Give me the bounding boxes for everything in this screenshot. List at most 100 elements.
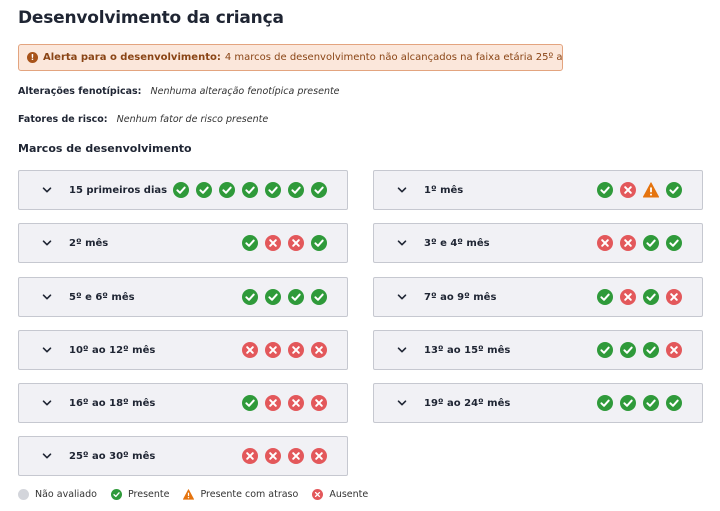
milestone-label: 10º ao 12º mês [69,344,156,356]
legend-item-delayed: Presente com atraso [183,489,298,500]
x-circle-icon [311,395,327,411]
alert-message: 4 marcos de desenvolvimento não alcançad… [224,52,563,63]
check-circle-icon [196,182,212,198]
x-circle-icon [620,182,636,198]
x-circle-icon [288,448,304,464]
risk-label: Fatores de risco: [18,114,108,125]
x-circle-icon [311,342,327,358]
milestone-label: 7º ao 9º mês [424,291,497,303]
check-circle-icon [597,342,613,358]
milestone-status-icons [242,448,327,464]
milestone-label: 16º ao 18º mês [69,397,156,409]
check-circle-icon [242,182,258,198]
check-circle-icon [643,395,659,411]
milestone-label: 3º e 4º mês [424,237,490,249]
x-circle-icon [620,289,636,305]
check-circle-icon [265,182,281,198]
milestone-card[interactable]: 7º ao 9º mês [373,277,703,317]
milestone-status-icons [597,342,682,358]
milestone-card[interactable]: 1º mês [373,170,703,210]
check-circle-icon [311,289,327,305]
legend-label: Presente com atraso [200,489,299,500]
chevron-down-icon[interactable] [41,184,53,196]
chevron-down-icon[interactable] [396,184,408,196]
milestone-label: 5º e 6º mês [69,291,135,303]
chevron-down-icon[interactable] [396,237,408,249]
x-circle-icon [265,235,281,251]
risk-row: Fatores de risco: Nenhum fator de risco … [18,114,268,125]
milestone-status-icons [597,182,682,198]
chevron-down-icon[interactable] [41,237,53,249]
milestone-card[interactable]: 15 primeiros dias [18,170,348,210]
x-circle-icon [288,342,304,358]
development-alert: ! Alerta para o desenvolvimento: 4 marco… [18,44,563,71]
milestones-title: Marcos de desenvolvimento [18,142,192,155]
legend-label: Não avaliado [35,489,97,500]
milestone-card[interactable]: 5º e 6º mês [18,277,348,317]
milestone-card[interactable]: 2º mês [18,223,348,263]
check-circle-icon [666,395,682,411]
milestone-status-icons [242,235,327,251]
x-circle-icon [265,448,281,464]
chevron-down-icon[interactable] [41,291,53,303]
warning-triangle-icon [643,182,659,198]
milestone-label: 19º ao 24º mês [424,397,511,409]
x-circle-icon [311,448,327,464]
x-circle-icon [242,448,258,464]
circle-icon [18,489,29,500]
check-circle-icon [311,235,327,251]
milestone-status-icons [173,182,327,198]
chevron-down-icon[interactable] [41,397,53,409]
x-circle-icon [265,342,281,358]
risk-value: Nenhum fator de risco presente [116,114,269,125]
legend-item-present: Presente [110,489,170,500]
milestone-label: 25º ao 30º mês [69,450,156,462]
milestone-status-icons [597,235,682,251]
check-circle-icon [620,342,636,358]
check-circle-icon [311,182,327,198]
chevron-down-icon[interactable] [396,397,408,409]
check-circle-icon [643,342,659,358]
x-circle-icon [312,489,324,500]
check-circle-icon [288,289,304,305]
check-circle-icon [265,289,281,305]
check-circle-icon [597,289,613,305]
legend-label: Presente [127,489,170,500]
x-circle-icon [288,235,304,251]
check-circle-icon [242,289,258,305]
x-circle-icon [265,395,281,411]
milestone-label: 1º mês [424,184,464,196]
milestone-status-icons [242,395,327,411]
phenotypic-label: Alterações fenotípicas: [18,86,142,97]
milestone-card[interactable]: 19º ao 24º mês [373,383,703,423]
legend: Não avaliado Presente Presente com atras… [18,489,382,500]
legend-item-absent: Ausente [312,489,368,500]
alert-label: Alerta para o desenvolvimento: [43,52,221,63]
x-circle-icon [597,235,613,251]
warning-triangle-icon [183,489,195,500]
x-circle-icon [666,289,682,305]
milestone-card[interactable]: 25º ao 30º mês [18,436,348,476]
x-circle-icon [242,342,258,358]
x-circle-icon [620,235,636,251]
milestone-card[interactable]: 3º e 4º mês [373,223,703,263]
chevron-down-icon[interactable] [41,450,53,462]
milestone-label: 13º ao 15º mês [424,344,511,356]
chevron-down-icon[interactable] [41,344,53,356]
x-circle-icon [666,342,682,358]
milestone-card[interactable]: 13º ao 15º mês [373,330,703,370]
check-circle-icon [597,182,613,198]
check-circle-icon [219,182,235,198]
legend-item-not-evaluated: Não avaliado [18,489,97,500]
milestone-status-icons [597,395,682,411]
x-circle-icon [288,395,304,411]
legend-label: Ausente [329,489,369,500]
milestone-label: 15 primeiros dias [69,184,168,196]
check-circle-icon [288,182,304,198]
chevron-down-icon[interactable] [396,344,408,356]
check-circle-icon [666,182,682,198]
milestone-card[interactable]: 10º ao 12º mês [18,330,348,370]
milestone-card[interactable]: 16º ao 18º mês [18,383,348,423]
page-title: Desenvolvimento da criança [18,8,284,28]
chevron-down-icon[interactable] [396,291,408,303]
